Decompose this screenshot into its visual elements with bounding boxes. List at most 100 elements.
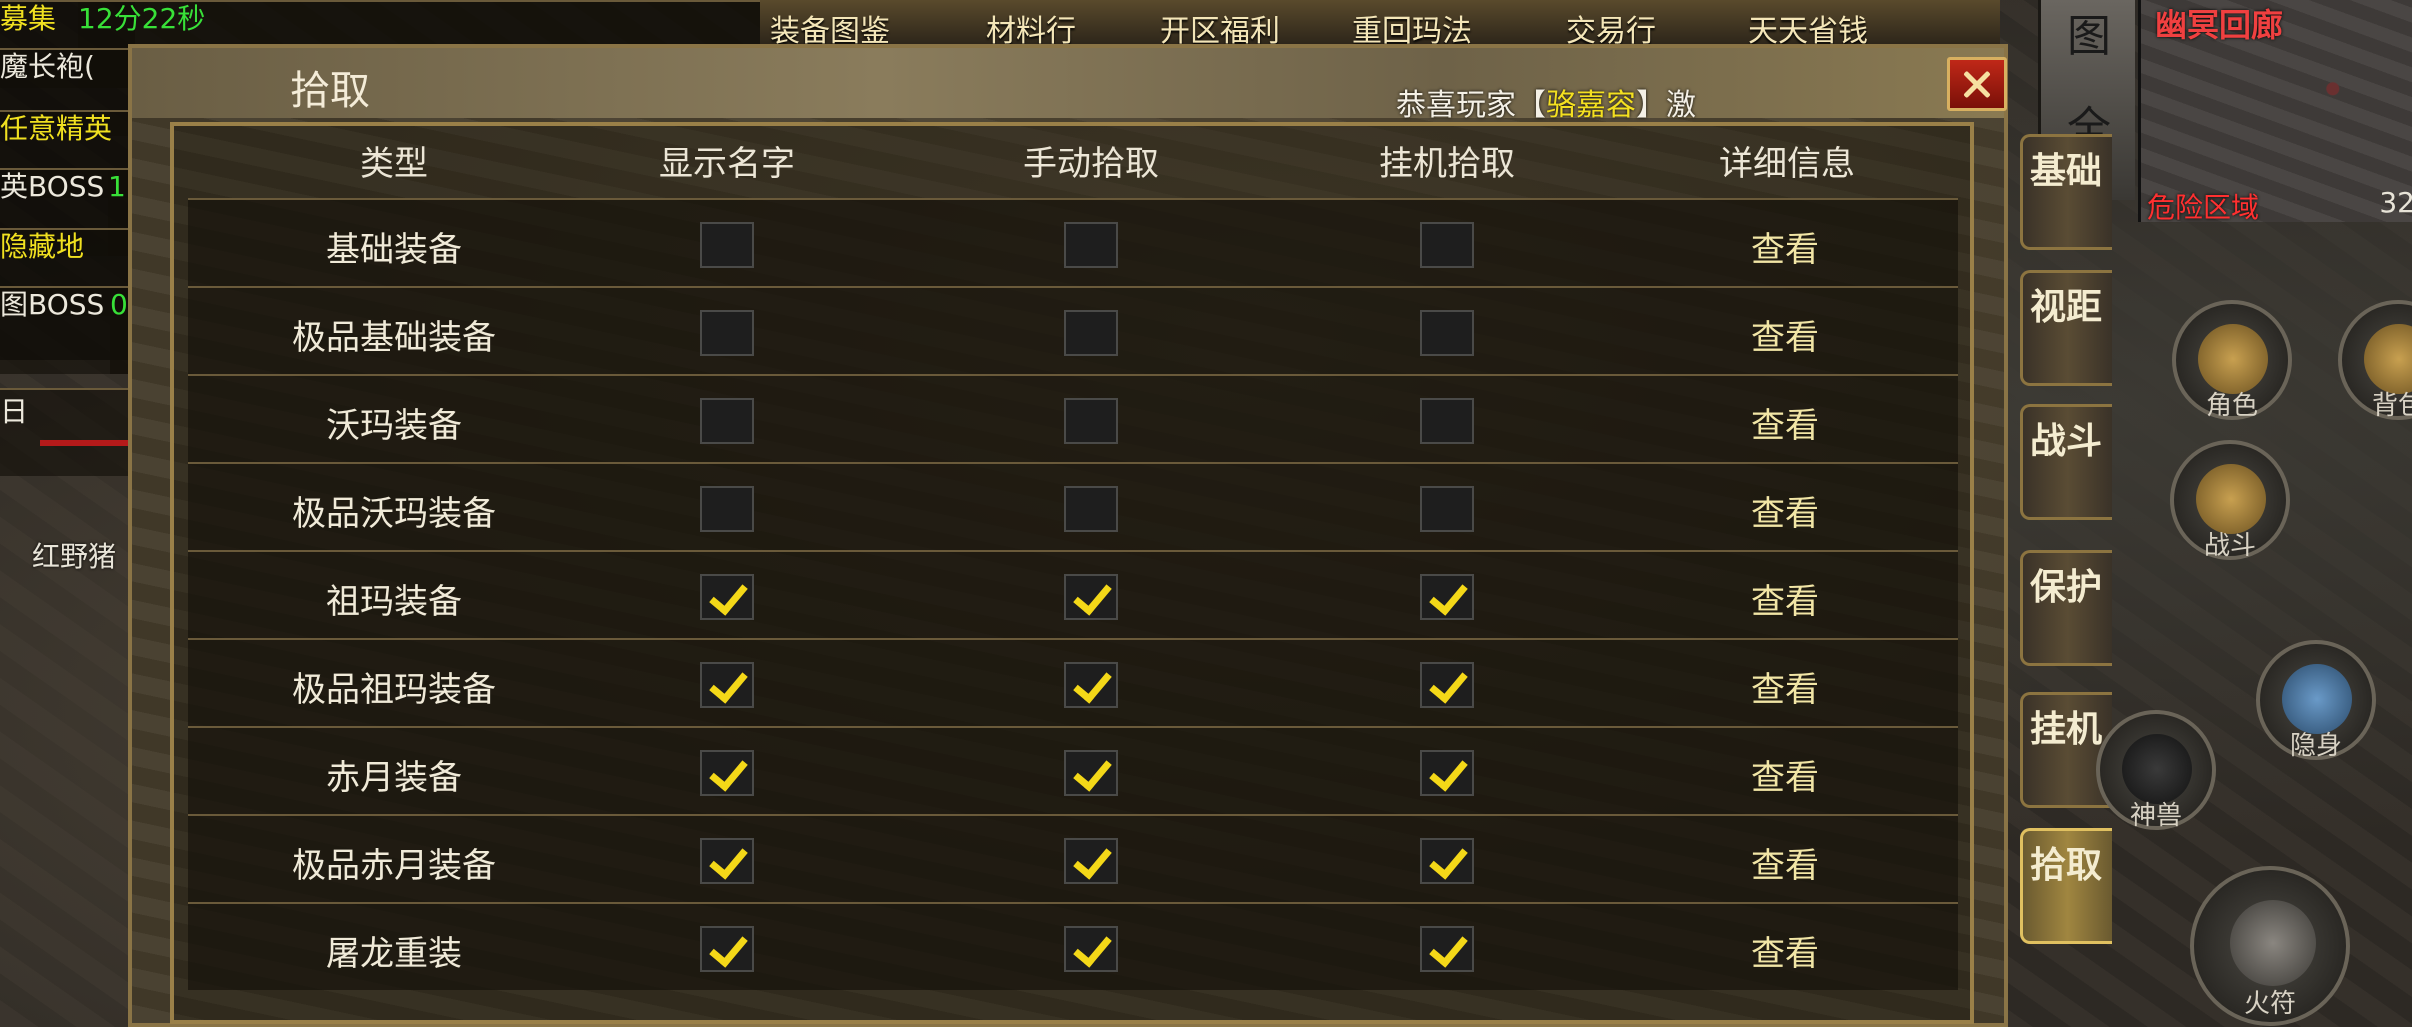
tab-auto-label: 挂机 xyxy=(2029,709,2102,750)
view-details-link[interactable]: 查看 xyxy=(1751,222,1819,271)
view-details-link[interactable]: 查看 xyxy=(1751,310,1819,359)
broadcast-bracket-open: 【 xyxy=(1516,88,1546,123)
beast-button[interactable]: 神兽 xyxy=(2096,710,2216,831)
table-header: 类型 显示名字 手动拾取 挂机拾取 详细信息 xyxy=(174,126,1970,194)
show-name-checkbox[interactable] xyxy=(700,222,754,268)
helmet-icon xyxy=(2198,324,2268,394)
view-details-link[interactable]: 查看 xyxy=(1751,838,1819,887)
tab-pickup[interactable]: 拾取 xyxy=(2020,828,2112,944)
show-name-checkbox[interactable] xyxy=(700,926,754,972)
tab-protect-label: 保护 xyxy=(2029,567,2102,608)
auto-pickup-checkbox[interactable] xyxy=(1420,838,1474,884)
auto-pickup-checkbox[interactable] xyxy=(1420,750,1474,796)
item-type-label: 极品赤月装备 xyxy=(292,846,496,886)
column-header-details: 详细信息 xyxy=(1719,144,1855,184)
view-details-link[interactable]: 查看 xyxy=(1751,926,1819,975)
item-type-label: 祖玛装备 xyxy=(326,582,462,622)
broadcast-player-name: 骆嘉容 xyxy=(1546,88,1636,123)
broadcast-prefix: 恭喜玩家 xyxy=(1396,88,1516,123)
table-row: 极品祖玛装备 查看 xyxy=(188,638,1958,726)
tab-combat[interactable]: 战斗 xyxy=(2020,404,2112,520)
manual-pickup-checkbox[interactable] xyxy=(1064,838,1118,884)
broadcast-suffix: 激 xyxy=(1666,88,1696,123)
tab-protect[interactable]: 保护 xyxy=(2020,550,2112,666)
auto-pickup-checkbox[interactable] xyxy=(1420,574,1474,620)
fire-talisman-button[interactable]: 火符 xyxy=(2190,866,2350,1026)
minimap-title: 幽冥回廊 xyxy=(2155,6,2284,44)
tab-view-distance-label: 视距 xyxy=(2029,287,2102,328)
manual-pickup-checkbox[interactable] xyxy=(1064,398,1118,444)
manual-pickup-checkbox[interactable] xyxy=(1064,574,1118,620)
beast-icon xyxy=(2122,734,2192,804)
combat-button[interactable]: 战斗 xyxy=(2170,440,2290,561)
minimap-zone: 危险区域 xyxy=(2147,191,2260,224)
item-type-label: 赤月装备 xyxy=(326,758,462,798)
combat-button-label: 战斗 xyxy=(2203,531,2256,561)
table-row: 极品基础装备 查看 xyxy=(188,286,1958,374)
manual-pickup-checkbox[interactable] xyxy=(1064,750,1118,796)
auto-pickup-checkbox[interactable] xyxy=(1420,662,1474,708)
tab-basic[interactable]: 基础 xyxy=(2020,134,2112,250)
item-type-label: 基础装备 xyxy=(326,230,462,270)
tab-combat-label: 战斗 xyxy=(2029,421,2102,462)
fire-talisman-label: 火符 xyxy=(2243,989,2296,1019)
map-button[interactable]: 图 xyxy=(2059,0,2119,64)
item-type-label: 极品祖玛装备 xyxy=(292,670,496,710)
tab-basic-label: 基础 xyxy=(2029,151,2102,192)
tab-pickup-label: 拾取 xyxy=(2029,845,2102,886)
manual-pickup-checkbox[interactable] xyxy=(1064,926,1118,972)
minimap-coord: 32 xyxy=(2379,186,2412,219)
view-details-link[interactable]: 查看 xyxy=(1751,662,1819,711)
view-details-link[interactable]: 查看 xyxy=(1751,750,1819,799)
talisman-icon xyxy=(2230,900,2316,986)
table-row: 屠龙重装 查看 xyxy=(188,902,1958,990)
quest-tracker[interactable]: 募集 12分22秒 魔长袍( 任意精英 英BOSS 1 隐藏地 图BOSS 0 xyxy=(0,0,1880,374)
column-header-manual-pickup: 手动拾取 xyxy=(1023,144,1159,184)
broadcast-message: 恭喜玩家【骆嘉容】激 xyxy=(1396,80,1696,124)
show-name-checkbox[interactable] xyxy=(700,574,754,620)
bag-button-label: 背包 xyxy=(2371,391,2412,421)
crossed-swords-icon xyxy=(2196,464,2266,534)
show-name-checkbox[interactable] xyxy=(700,750,754,796)
auto-pickup-checkbox[interactable] xyxy=(1420,926,1474,972)
table-row: 基础装备 查看 xyxy=(188,198,1958,286)
beast-button-label: 神兽 xyxy=(2129,801,2182,831)
top-menu-strip: 装备图鉴 材料行 开区福利 重回玛法 交易行 天天省钱 xyxy=(760,0,2000,49)
minimap[interactable]: 幽冥回廊 危险区域 32 xyxy=(2138,0,2412,224)
auto-pickup-checkbox[interactable] xyxy=(1420,486,1474,532)
character-button-label: 角色 xyxy=(2205,391,2258,421)
table-row: 沃玛装备 查看 xyxy=(188,374,1958,462)
show-name-checkbox[interactable] xyxy=(700,310,754,356)
stealth-button[interactable]: 隐身 xyxy=(2256,640,2376,761)
head-silhouette-icon xyxy=(2282,664,2352,734)
table-row: 极品沃玛装备 查看 xyxy=(188,462,1958,550)
item-type-label: 沃玛装备 xyxy=(326,406,462,446)
manual-pickup-checkbox[interactable] xyxy=(1064,222,1118,268)
show-name-checkbox[interactable] xyxy=(700,662,754,708)
manual-pickup-checkbox[interactable] xyxy=(1064,662,1118,708)
close-button[interactable] xyxy=(1947,57,2007,111)
auto-pickup-checkbox[interactable] xyxy=(1420,310,1474,356)
column-header-auto-pickup: 挂机拾取 xyxy=(1379,144,1515,184)
show-name-checkbox[interactable] xyxy=(700,838,754,884)
table-row: 赤月装备 查看 xyxy=(188,726,1958,814)
view-details-link[interactable]: 查看 xyxy=(1751,486,1819,535)
item-type-label: 屠龙重装 xyxy=(326,934,462,974)
show-name-checkbox[interactable] xyxy=(700,398,754,444)
item-type-label: 极品沃玛装备 xyxy=(292,494,496,534)
enemy-hp-bar xyxy=(40,440,130,446)
view-details-link[interactable]: 查看 xyxy=(1751,574,1819,623)
broadcast-bracket-close: 】 xyxy=(1636,88,1666,123)
stealth-button-label: 隐身 xyxy=(2289,731,2342,761)
column-header-type: 类型 xyxy=(360,144,428,184)
manual-pickup-checkbox[interactable] xyxy=(1064,310,1118,356)
manual-pickup-checkbox[interactable] xyxy=(1064,486,1118,532)
tab-view-distance[interactable]: 视距 xyxy=(2020,270,2112,386)
dialog-title: 拾取 xyxy=(290,68,370,114)
character-button[interactable]: 角色 xyxy=(2172,300,2292,421)
show-name-checkbox[interactable] xyxy=(700,486,754,532)
view-details-link[interactable]: 查看 xyxy=(1751,398,1819,447)
auto-pickup-checkbox[interactable] xyxy=(1420,222,1474,268)
table-row: 祖玛装备 查看 xyxy=(188,550,1958,638)
auto-pickup-checkbox[interactable] xyxy=(1420,398,1474,444)
